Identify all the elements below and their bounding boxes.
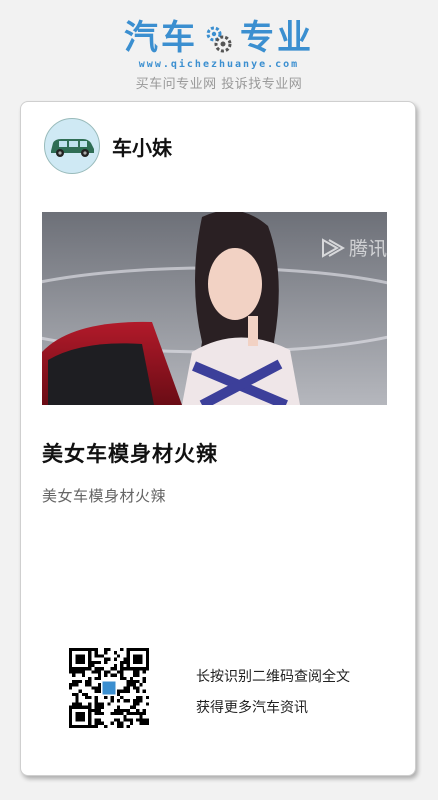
author-name[interactable]: 车小妹 — [112, 132, 172, 161]
brand-domain[interactable]: www.qichezhuanye.com — [0, 59, 438, 70]
brand-header: 汽车 专业 www.qichezhuanye.com 买车问专业网 投诉找专业网 — [0, 18, 438, 92]
gear-icon — [206, 26, 232, 53]
car-icon — [51, 139, 94, 157]
video-watermark: 腾讯 — [319, 234, 387, 261]
article-card[interactable]: 车小妹 腾讯 美女车模身材火辣 美女车模身材火辣 长按识别二维码查阅全文 获得更… — [20, 101, 416, 776]
article-image[interactable]: 腾讯 — [42, 212, 387, 405]
brand-title-right: 专业 — [240, 18, 314, 58]
brand-logo: 汽车 专业 — [0, 18, 438, 58]
play-icon — [321, 237, 345, 258]
qr-code[interactable] — [69, 648, 149, 728]
qr-caption-line2: 获得更多汽车资讯 — [196, 700, 308, 716]
brand-slogan: 买车问专业网 投诉找专业网 — [135, 77, 303, 92]
author-info[interactable]: 车小妹 — [44, 118, 172, 174]
article-summary: 美女车模身材火辣 — [42, 487, 167, 505]
watermark-text: 腾讯 — [348, 238, 387, 260]
brand-title-left: 汽车 — [124, 18, 198, 58]
article-title[interactable]: 美女车模身材火辣 — [42, 438, 218, 468]
avatar[interactable] — [44, 118, 100, 174]
qr-caption-line1: 长按识别二维码查阅全文 — [196, 669, 350, 685]
qr-caption: 长按识别二维码查阅全文 获得更多汽车资讯 — [196, 662, 350, 724]
